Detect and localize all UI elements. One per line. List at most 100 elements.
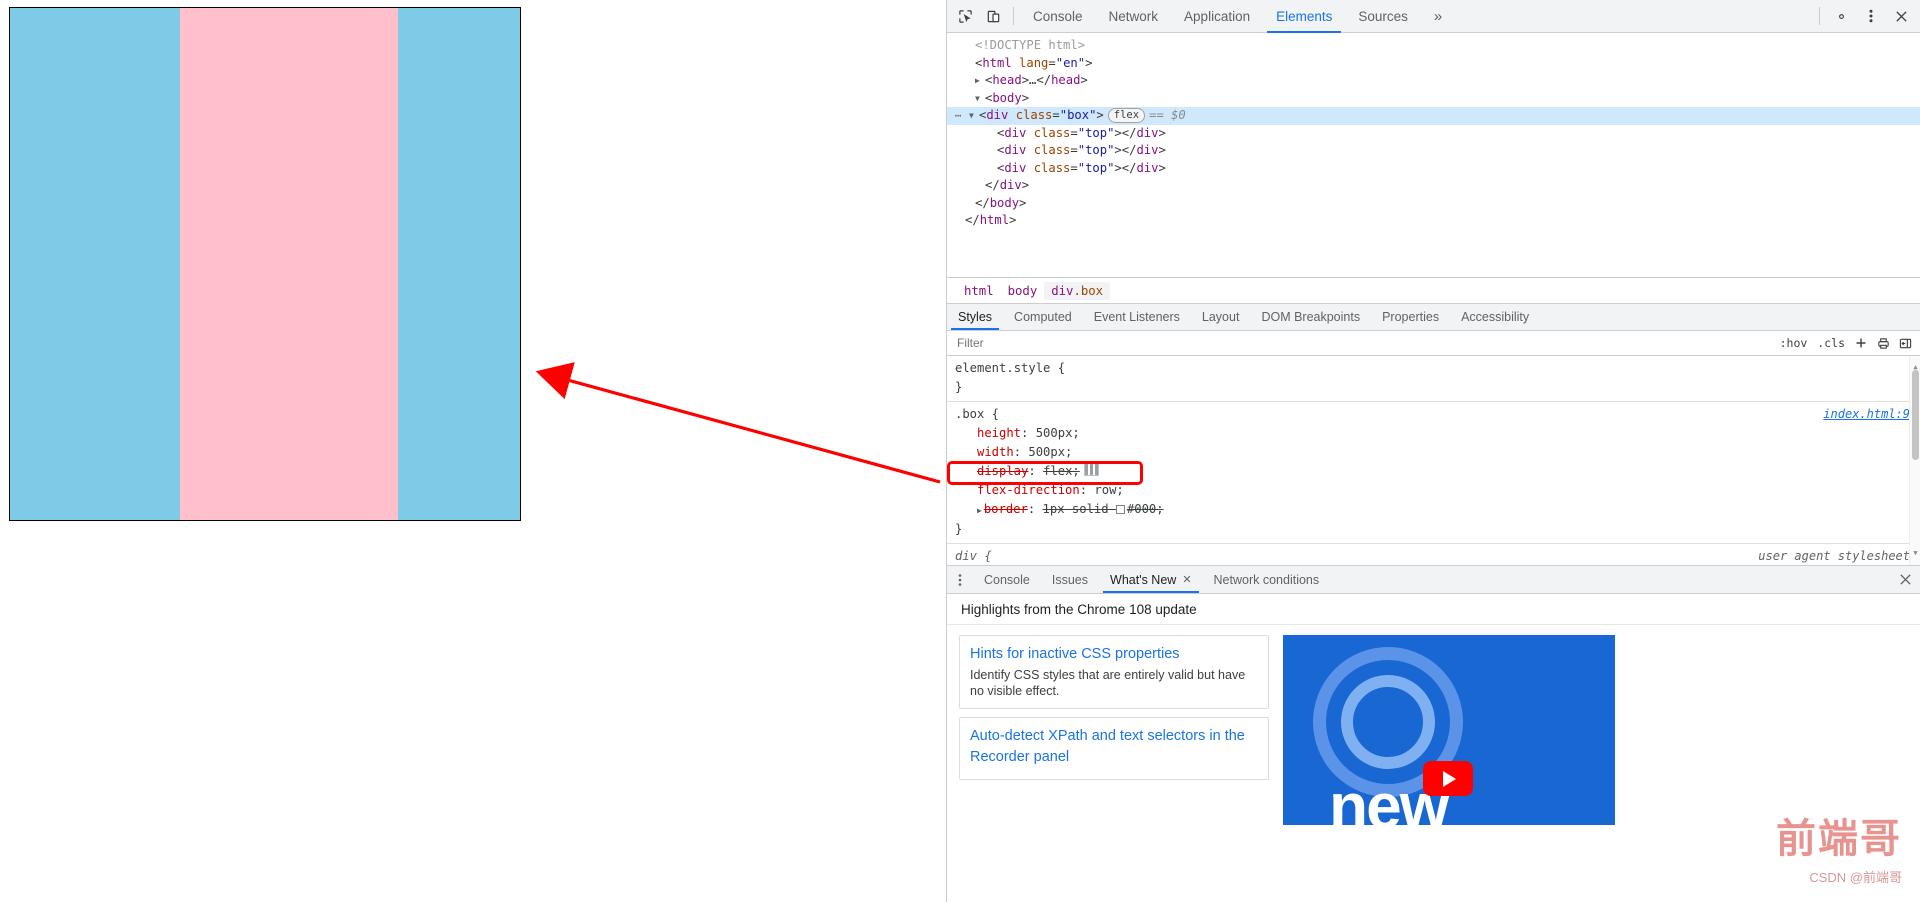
dom-row[interactable]: <div class="top"></div>: [947, 160, 1920, 178]
gear-icon[interactable]: [1826, 3, 1856, 29]
whats-new-card[interactable]: Auto-detect XPath and text selectors in …: [959, 717, 1269, 780]
dom-row-selected[interactable]: ⋯ ▼ <div class="box"> flex == $0: [947, 107, 1920, 125]
rule-div-ua[interactable]: user agent stylesheet div { display: blo…: [947, 544, 1920, 565]
close-icon[interactable]: [1886, 3, 1916, 29]
drawer-tab-close-icon[interactable]: ✕: [1182, 573, 1191, 586]
tab-event-listeners[interactable]: Event Listeners: [1083, 304, 1191, 330]
drawer-tab-issues[interactable]: Issues: [1041, 566, 1099, 593]
tab-application-label: Application: [1184, 8, 1251, 24]
more-tabs-label: »: [1433, 7, 1443, 25]
dom-row[interactable]: </html>: [947, 212, 1920, 230]
rule-selector[interactable]: element.style {: [955, 359, 1912, 378]
kebab-menu-icon[interactable]: [1856, 3, 1886, 29]
tab-computed-label: Computed: [1014, 310, 1072, 324]
tab-properties[interactable]: Properties: [1371, 304, 1450, 330]
dom-row[interactable]: <html lang="en">: [947, 55, 1920, 73]
declaration-border[interactable]: ▶ border: 1px solid #000;: [955, 500, 1912, 520]
scroll-down-arrow-icon[interactable]: ▼: [1912, 544, 1919, 563]
drawer-tab-console[interactable]: Console: [973, 566, 1041, 593]
devtools-tabs: Console Network Application Elements Sou…: [1020, 0, 1813, 33]
color-swatch[interactable]: [1115, 505, 1125, 514]
card-title[interactable]: Hints for inactive CSS properties: [970, 644, 1258, 665]
toggle-sidebar-icon[interactable]: [1894, 333, 1916, 353]
styles-filter-row: :hov .cls: [947, 331, 1920, 356]
expand-triangle-icon[interactable]: ▶: [977, 501, 982, 520]
card-title[interactable]: Auto-detect XPath and text selectors in …: [970, 726, 1258, 768]
styles-rules-pane[interactable]: element.style { } index.html:9 .box { he…: [947, 356, 1920, 565]
play-icon[interactable]: [1423, 761, 1473, 796]
tab-network-label: Network: [1108, 8, 1159, 24]
rule-element-style[interactable]: element.style { }: [947, 356, 1920, 402]
tab-application[interactable]: Application: [1171, 0, 1263, 33]
hov-button[interactable]: :hov: [1775, 335, 1813, 351]
breadcrumb-item-div-box[interactable]: div.box: [1044, 281, 1111, 300]
styles-scrollbar-thumb[interactable]: [1912, 370, 1919, 460]
rule-origin-link[interactable]: index.html:9: [1823, 405, 1910, 424]
whats-new-video-thumbnail[interactable]: new: [1283, 635, 1615, 825]
dom-tree[interactable]: <!DOCTYPE html> <html lang="en"> ▶ <head>…: [947, 33, 1920, 278]
declaration-width[interactable]: width: 500px;: [955, 443, 1912, 462]
declaration-display[interactable]: display: flex;: [955, 462, 1912, 481]
prop-name: flex-direction: [977, 483, 1080, 497]
dom-body-open: <body>: [985, 90, 1030, 105]
twisty-open-icon[interactable]: ▼: [975, 90, 985, 108]
device-toolbar-icon[interactable]: [979, 3, 1007, 29]
tab-sources-label: Sources: [1358, 8, 1408, 24]
tab-dom-breakpoints-label: DOM Breakpoints: [1261, 310, 1361, 324]
declaration-height[interactable]: height: 500px;: [955, 424, 1912, 443]
prop-value[interactable]: row;: [1094, 483, 1123, 497]
tab-dom-breakpoints[interactable]: DOM Breakpoints: [1250, 304, 1371, 330]
twisty-closed-icon[interactable]: ▶: [975, 72, 985, 90]
flex-item-3: [397, 8, 520, 520]
prop-value[interactable]: 1px solid #000;: [1043, 502, 1164, 516]
print-media-icon[interactable]: [1872, 333, 1894, 353]
drawer-close-icon[interactable]: [1890, 566, 1920, 593]
tab-elements[interactable]: Elements: [1263, 0, 1345, 33]
dom-div-box-open: <div class="box">: [979, 108, 1104, 122]
plus-icon[interactable]: [1850, 333, 1872, 353]
breadcrumb-item-html[interactable]: html: [957, 282, 1001, 300]
flex-editor-icon[interactable]: [1083, 463, 1099, 476]
rule-box[interactable]: index.html:9 .box { height: 500px; width…: [947, 402, 1920, 544]
dom-div-top-3: <div class="top"></div>: [997, 160, 1166, 175]
flex-item-1: [10, 8, 180, 520]
dom-row[interactable]: <div class="top"></div>: [947, 125, 1920, 143]
flex-badge[interactable]: flex: [1107, 108, 1146, 124]
tab-computed[interactable]: Computed: [1003, 304, 1083, 330]
dom-row[interactable]: <!DOCTYPE html>: [947, 37, 1920, 55]
breadcrumb-item-body[interactable]: body: [1001, 282, 1045, 300]
tab-accessibility[interactable]: Accessibility: [1450, 304, 1540, 330]
dom-row[interactable]: ▼ <body>: [947, 90, 1920, 108]
breadcrumb: html body div.box: [947, 278, 1920, 304]
whats-new-card[interactable]: Hints for inactive CSS properties Identi…: [959, 635, 1269, 709]
styles-scrollbar[interactable]: ▲ ▼: [1909, 356, 1920, 565]
dom-row-ellipsis[interactable]: ⋯: [947, 107, 969, 125]
prop-value[interactable]: flex;: [1043, 464, 1080, 478]
styles-tab-bar: Styles Computed Event Listeners Layout D…: [947, 304, 1920, 331]
more-tabs-button[interactable]: »: [1421, 0, 1455, 33]
styles-filter-input[interactable]: [957, 336, 1775, 350]
tab-network[interactable]: Network: [1096, 0, 1172, 33]
tab-styles[interactable]: Styles: [947, 304, 1003, 330]
inspect-element-icon[interactable]: [951, 3, 979, 29]
dom-head-collapsed: <head>…</head>: [985, 73, 1088, 87]
dom-row[interactable]: ▶ <head>…</head>: [947, 72, 1920, 90]
dom-row[interactable]: <div class="top"></div>: [947, 142, 1920, 160]
dom-row[interactable]: </body>: [947, 195, 1920, 213]
whats-new-body: Hints for inactive CSS properties Identi…: [947, 625, 1920, 902]
declaration-flex-direction[interactable]: flex-direction: row;: [955, 481, 1912, 500]
dom-selected-ref: == $0: [1149, 108, 1186, 122]
drawer-tab-network-conditions[interactable]: Network conditions: [1203, 566, 1331, 593]
prop-value[interactable]: 500px;: [1036, 426, 1080, 440]
tab-properties-label: Properties: [1382, 310, 1440, 324]
kebab-menu-icon[interactable]: [947, 566, 973, 593]
drawer-tab-whats-new[interactable]: What's New ✕: [1099, 566, 1203, 593]
tab-console[interactable]: Console: [1020, 0, 1096, 33]
dom-row[interactable]: </div>: [947, 177, 1920, 195]
prop-value[interactable]: 500px;: [1028, 445, 1072, 459]
tab-layout[interactable]: Layout: [1191, 304, 1251, 330]
cls-button[interactable]: .cls: [1812, 335, 1850, 351]
rule-selector[interactable]: .box {: [955, 405, 1912, 424]
tab-sources[interactable]: Sources: [1345, 0, 1421, 33]
twisty-open-icon[interactable]: ▼: [969, 107, 979, 125]
